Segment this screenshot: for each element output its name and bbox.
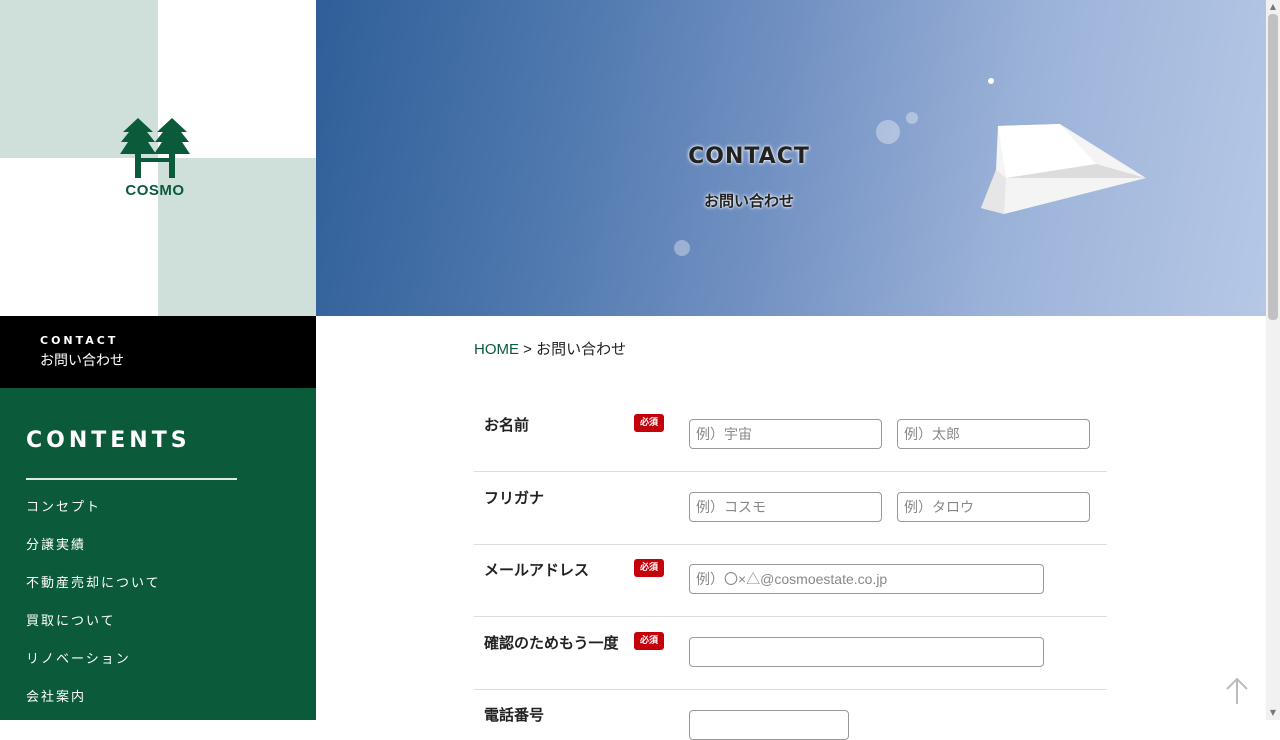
scroll-down-arrow-icon[interactable]: ▼ xyxy=(1266,706,1280,720)
current-page-jp: お問い合わせ xyxy=(40,353,124,369)
row-label: 電話番号 xyxy=(484,706,545,724)
lens-flare xyxy=(674,240,690,256)
contents-divider xyxy=(26,478,237,480)
nav-item-purchase[interactable]: 買取について xyxy=(26,610,116,629)
row-label: メールアドレス xyxy=(484,561,590,579)
arrow-up-icon[interactable] xyxy=(1224,676,1250,706)
phone-input[interactable] xyxy=(689,710,849,740)
last-name-input[interactable] xyxy=(689,419,882,449)
row-label: お名前 xyxy=(484,416,530,434)
breadcrumb: HOME > お問い合わせ xyxy=(474,338,626,359)
nav-item-renovation[interactable]: リノベーション xyxy=(26,648,131,667)
breadcrumb-separator: > xyxy=(519,341,537,358)
lens-flare xyxy=(876,120,900,144)
hero-banner: CONTACT お問い合わせ xyxy=(316,0,1266,316)
scrollbar-thumb[interactable] xyxy=(1268,14,1278,320)
nav-item-concept[interactable]: コンセプト xyxy=(26,496,101,515)
logo-area: COSMO xyxy=(0,0,316,316)
site-logo[interactable]: COSMO xyxy=(118,118,192,202)
first-name-input[interactable] xyxy=(897,419,1090,449)
required-badge: 必須 xyxy=(634,414,664,432)
paper-plane-image xyxy=(981,124,1146,214)
nav-item-real-estate-sale[interactable]: 不動産売却について xyxy=(26,572,161,591)
required-badge: 必須 xyxy=(634,632,664,650)
current-page-en: CONTACT xyxy=(40,334,119,347)
required-badge: 必須 xyxy=(634,559,664,577)
lens-flare xyxy=(906,112,918,124)
logo-text: COSMO xyxy=(125,182,185,199)
row-label: フリガナ xyxy=(484,489,545,507)
breadcrumb-current: お問い合わせ xyxy=(536,341,627,358)
nav-item-company[interactable]: 会社案内 xyxy=(26,686,86,705)
email-input[interactable] xyxy=(689,564,1044,594)
contents-title: CONTENTS xyxy=(26,428,191,453)
last-name-kana-input[interactable] xyxy=(689,492,882,522)
lens-flare xyxy=(988,78,994,84)
first-name-kana-input[interactable] xyxy=(897,492,1090,522)
trees-logo-icon xyxy=(120,118,190,178)
breadcrumb-home-link[interactable]: HOME xyxy=(474,341,519,358)
email-confirm-input[interactable] xyxy=(689,637,1044,667)
scroll-up-arrow-icon[interactable]: ▲ xyxy=(1266,0,1280,14)
nav-item-sales-record[interactable]: 分譲実績 xyxy=(26,534,86,553)
row-label: 確認のためもう一度 xyxy=(484,634,619,652)
